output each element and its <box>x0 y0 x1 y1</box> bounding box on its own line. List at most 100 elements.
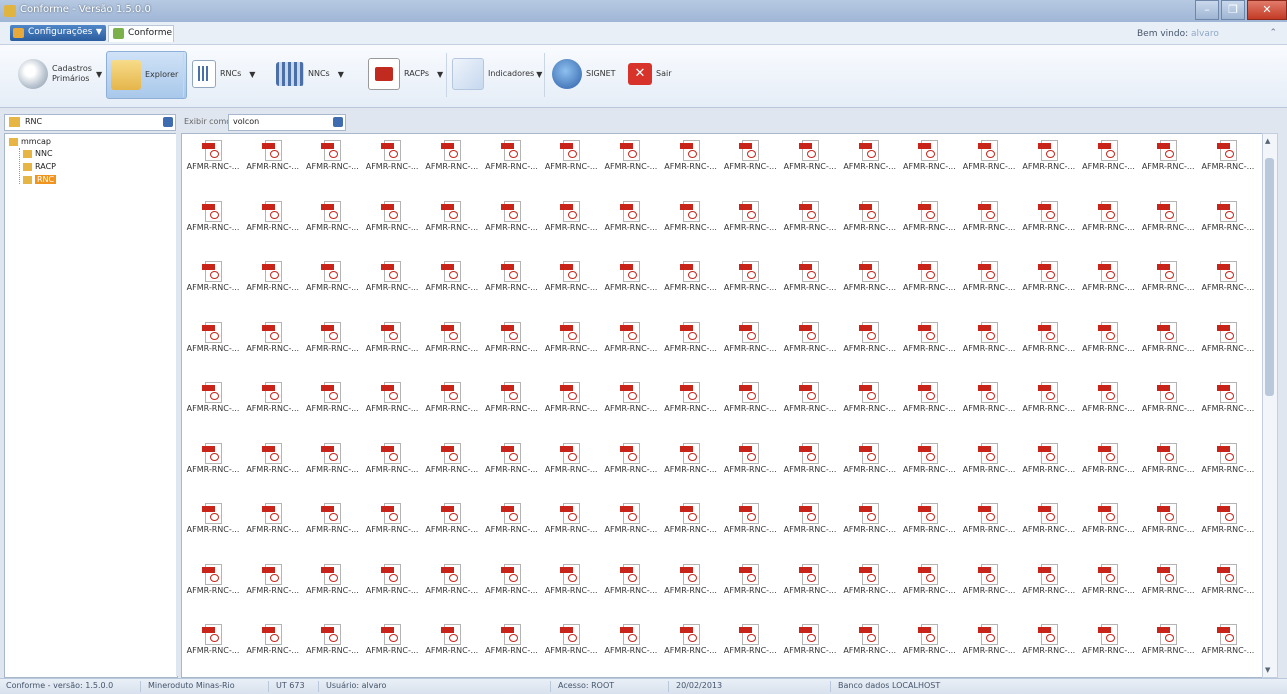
pdf-file-item[interactable]: AFMR-RNC-... <box>1079 620 1139 664</box>
pdf-file-item[interactable]: AFMR-RNC-... <box>959 318 1019 362</box>
pdf-file-item[interactable]: AFMR-RNC-... <box>1138 257 1198 301</box>
pdf-file-item[interactable]: AFMR-RNC-... <box>720 620 780 664</box>
racps-button[interactable]: RACPs ▼ <box>368 51 443 97</box>
pdf-file-item[interactable]: AFMR-RNC-... <box>1198 197 1258 241</box>
pdf-file-item[interactable]: AFMR-RNC-... <box>1019 318 1079 362</box>
signet-button[interactable]: SIGNET <box>552 51 616 97</box>
pdf-file-item[interactable]: AFMR-RNC-... <box>1019 620 1079 664</box>
pdf-file-item[interactable]: AFMR-RNC-... <box>959 378 1019 422</box>
pdf-file-item[interactable]: AFMR-RNC-... <box>302 620 362 664</box>
pdf-file-item[interactable]: AFMR-RNC-... <box>661 318 721 362</box>
pdf-file-item[interactable]: AFMR-RNC-... <box>601 499 661 543</box>
vertical-scrollbar[interactable]: ▲ ▼ <box>1262 133 1278 678</box>
pdf-file-item[interactable]: AFMR-RNC-... <box>601 257 661 301</box>
nncs-button[interactable]: NNCs ▼ <box>276 51 344 97</box>
tree-node-racp[interactable]: RACP <box>23 162 56 171</box>
cadastros-button[interactable]: Cadastros Primários ▼ <box>18 51 102 97</box>
pdf-file-item[interactable]: AFMR-RNC-... <box>720 197 780 241</box>
pdf-file-item[interactable]: AFMR-RNC-... <box>1079 257 1139 301</box>
pdf-file-item[interactable]: AFMR-RNC-... <box>302 499 362 543</box>
pdf-file-item[interactable]: AFMR-RNC-... <box>422 318 482 362</box>
folder-select[interactable]: RNC <box>4 114 176 131</box>
pdf-file-item[interactable]: AFMR-RNC-... <box>899 257 959 301</box>
pdf-file-item[interactable]: AFMR-RNC-... <box>183 620 243 664</box>
pdf-file-item[interactable]: AFMR-RNC-... <box>661 499 721 543</box>
pdf-file-item[interactable]: AFMR-RNC-... <box>840 499 900 543</box>
pdf-file-item[interactable]: AFMR-RNC-... <box>302 378 362 422</box>
pdf-file-item[interactable]: AFMR-RNC-... <box>661 560 721 604</box>
pdf-file-item[interactable]: AFMR-RNC-... <box>840 620 900 664</box>
pdf-file-item[interactable]: AFMR-RNC-... <box>243 136 303 180</box>
pdf-file-item[interactable]: AFMR-RNC-... <box>899 560 959 604</box>
pdf-file-item[interactable]: AFMR-RNC-... <box>482 197 542 241</box>
pdf-file-item[interactable]: AFMR-RNC-... <box>780 499 840 543</box>
tree-node-nnc[interactable]: NNC <box>23 149 53 158</box>
pdf-file-item[interactable]: AFMR-RNC-... <box>780 560 840 604</box>
pdf-file-item[interactable]: AFMR-RNC-... <box>362 257 422 301</box>
pdf-file-item[interactable]: AFMR-RNC-... <box>780 439 840 483</box>
pdf-file-item[interactable]: AFMR-RNC-... <box>1198 620 1258 664</box>
pdf-file-item[interactable]: AFMR-RNC-... <box>541 318 601 362</box>
pdf-file-item[interactable]: AFMR-RNC-... <box>780 257 840 301</box>
pdf-file-item[interactable]: AFMR-RNC-... <box>840 257 900 301</box>
pdf-file-item[interactable]: AFMR-RNC-... <box>1019 197 1079 241</box>
pdf-file-item[interactable]: AFMR-RNC-... <box>899 499 959 543</box>
pdf-file-item[interactable]: AFMR-RNC-... <box>1019 136 1079 180</box>
pdf-file-item[interactable]: AFMR-RNC-... <box>183 318 243 362</box>
pdf-file-item[interactable]: AFMR-RNC-... <box>302 318 362 362</box>
pdf-file-item[interactable]: AFMR-RNC-... <box>601 318 661 362</box>
pdf-file-item[interactable]: AFMR-RNC-... <box>720 499 780 543</box>
pdf-file-item[interactable]: AFMR-RNC-... <box>601 136 661 180</box>
pdf-file-item[interactable]: AFMR-RNC-... <box>1019 560 1079 604</box>
pdf-file-item[interactable]: AFMR-RNC-... <box>899 136 959 180</box>
pdf-file-item[interactable]: AFMR-RNC-... <box>661 620 721 664</box>
pdf-file-item[interactable]: AFMR-RNC-... <box>601 439 661 483</box>
pdf-file-item[interactable]: AFMR-RNC-... <box>541 439 601 483</box>
pdf-file-item[interactable]: AFMR-RNC-... <box>1138 197 1198 241</box>
pdf-file-item[interactable]: AFMR-RNC-... <box>1138 136 1198 180</box>
pdf-file-item[interactable]: AFMR-RNC-... <box>541 499 601 543</box>
pdf-file-item[interactable]: AFMR-RNC-... <box>243 318 303 362</box>
pdf-file-item[interactable]: AFMR-RNC-... <box>302 439 362 483</box>
pdf-file-item[interactable]: AFMR-RNC-... <box>1079 318 1139 362</box>
pdf-file-item[interactable]: AFMR-RNC-... <box>541 378 601 422</box>
pdf-file-item[interactable]: AFMR-RNC-... <box>1138 560 1198 604</box>
scroll-down-icon[interactable]: ▼ <box>1265 666 1270 674</box>
pdf-file-item[interactable]: AFMR-RNC-... <box>243 499 303 543</box>
pdf-file-item[interactable]: AFMR-RNC-... <box>183 439 243 483</box>
pdf-file-item[interactable]: AFMR-RNC-... <box>541 620 601 664</box>
panel-splitter[interactable] <box>176 133 180 676</box>
pdf-file-item[interactable]: AFMR-RNC-... <box>482 560 542 604</box>
pdf-file-item[interactable]: AFMR-RNC-... <box>183 197 243 241</box>
tree-node-root[interactable]: mmcap <box>9 137 51 146</box>
pdf-file-item[interactable]: AFMR-RNC-... <box>243 378 303 422</box>
pdf-file-item[interactable]: AFMR-RNC-... <box>959 620 1019 664</box>
pdf-file-item[interactable]: AFMR-RNC-... <box>302 560 362 604</box>
configuracoes-button[interactable]: Configurações ▼ <box>10 25 106 41</box>
pdf-file-item[interactable]: AFMR-RNC-... <box>541 560 601 604</box>
pdf-file-item[interactable]: AFMR-RNC-... <box>422 136 482 180</box>
pdf-file-item[interactable]: AFMR-RNC-... <box>1079 197 1139 241</box>
pdf-file-item[interactable]: AFMR-RNC-... <box>899 318 959 362</box>
pdf-file-item[interactable]: AFMR-RNC-... <box>541 136 601 180</box>
pdf-file-item[interactable]: AFMR-RNC-... <box>243 197 303 241</box>
pdf-file-item[interactable]: AFMR-RNC-... <box>840 378 900 422</box>
pdf-file-item[interactable]: AFMR-RNC-... <box>780 318 840 362</box>
pdf-file-item[interactable]: AFMR-RNC-... <box>1019 378 1079 422</box>
pdf-file-item[interactable]: AFMR-RNC-... <box>780 620 840 664</box>
pdf-file-item[interactable]: AFMR-RNC-... <box>959 136 1019 180</box>
pdf-file-item[interactable]: AFMR-RNC-... <box>482 439 542 483</box>
pdf-file-item[interactable]: AFMR-RNC-... <box>661 197 721 241</box>
pdf-file-item[interactable]: AFMR-RNC-... <box>541 257 601 301</box>
pdf-file-item[interactable]: AFMR-RNC-... <box>780 136 840 180</box>
pdf-file-item[interactable]: AFMR-RNC-... <box>1019 499 1079 543</box>
maximize-button[interactable]: ❐ <box>1221 0 1245 20</box>
pdf-file-item[interactable]: AFMR-RNC-... <box>362 439 422 483</box>
pdf-file-item[interactable]: AFMR-RNC-... <box>422 378 482 422</box>
pdf-file-item[interactable]: AFMR-RNC-... <box>780 197 840 241</box>
pdf-file-item[interactable]: AFMR-RNC-... <box>183 378 243 422</box>
pdf-file-item[interactable]: AFMR-RNC-... <box>720 439 780 483</box>
pdf-file-item[interactable]: AFMR-RNC-... <box>1079 378 1139 422</box>
explorer-button[interactable]: Explorer <box>106 51 188 99</box>
pdf-file-item[interactable]: AFMR-RNC-... <box>1198 318 1258 362</box>
